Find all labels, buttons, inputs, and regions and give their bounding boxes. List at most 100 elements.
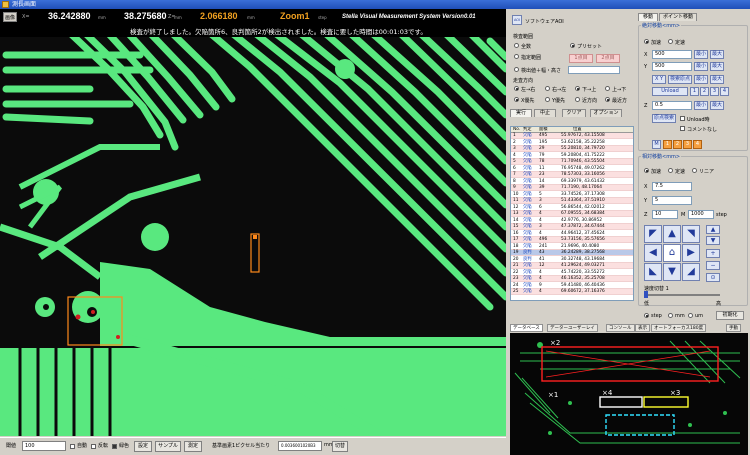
table-row[interactable]: 19 良判 43 36.24289, 38.27568 <box>511 250 633 257</box>
switch-button[interactable]: 切替 <box>332 441 348 452</box>
dir-7-radio[interactable] <box>575 97 580 102</box>
zoom-in-button[interactable]: + <box>706 249 720 258</box>
dir-1-radio[interactable] <box>514 86 519 91</box>
pos-2-button[interactable]: 2 <box>700 87 709 96</box>
opt-all-radio[interactable] <box>514 43 519 48</box>
table-row[interactable]: 3 欠陥 29 55.20810, 34.79720 <box>511 146 633 153</box>
nw-arrow-button[interactable]: ◤ <box>644 225 662 243</box>
x-max-button[interactable]: 最大 <box>710 50 724 59</box>
speed-slider-track[interactable] <box>644 294 720 296</box>
table-row[interactable]: 14 欠陥 4 42.9776, 30.86952 <box>511 218 633 224</box>
memory-4-button[interactable]: 4 <box>693 140 702 149</box>
abs-y-input[interactable]: 500 <box>652 62 692 71</box>
rel-const-radio[interactable] <box>668 168 673 173</box>
rel-m-input[interactable]: 1000 <box>688 210 714 219</box>
unit-um-radio[interactable] <box>688 313 693 318</box>
tab-database[interactable]: データベース <box>510 324 543 332</box>
result-table[interactable]: No. 判定 面積 位置 1 欠陥 495 55.97672, 43.15508 2 欠陥… <box>510 126 634 301</box>
table-row[interactable]: 8 欠陥 14 69.33979, 43.61432 <box>511 179 633 185</box>
zoom-out-button[interactable]: − <box>706 261 720 270</box>
tab-data-overlay[interactable]: データーユーザーレイ <box>547 324 598 332</box>
accel-radio[interactable] <box>644 39 649 44</box>
table-row[interactable]: 17 欠陥 496 53.73156, 35.57656 <box>511 237 633 244</box>
rel-z-input[interactable]: 10 <box>652 210 678 219</box>
width-input[interactable] <box>568 66 620 74</box>
rel-linear-radio[interactable] <box>692 168 697 173</box>
measure-button[interactable]: 測定 <box>184 441 202 452</box>
right-arrow-button[interactable]: ▶ <box>682 244 700 262</box>
z-down-button[interactable]: ▼ <box>706 236 720 245</box>
set-button[interactable]: 設定 <box>134 441 152 452</box>
zoom-fit-button[interactable]: ⊙ <box>706 273 720 282</box>
image-button[interactable]: 画像 <box>3 12 17 22</box>
tab-clear[interactable]: クリア <box>562 109 586 117</box>
down-arrow-button[interactable]: ▼ <box>663 263 681 281</box>
z-max-button[interactable]: 最大 <box>710 101 724 110</box>
rel-y-input[interactable]: 5 <box>652 196 692 205</box>
comment-checkbox[interactable] <box>680 126 685 131</box>
table-row[interactable]: 7 欠陥 23 78.57303, 33.16056 <box>511 172 633 179</box>
init-button[interactable]: 初期化 <box>716 311 744 320</box>
se-arrow-button[interactable]: ◢ <box>682 263 700 281</box>
table-row[interactable]: 2 欠陥 195 53.62158, 35.22258 <box>511 140 633 146</box>
xy-move-button[interactable]: X Y <box>652 75 666 84</box>
pcb-image-viewer[interactable] <box>0 37 506 436</box>
dir-4-radio[interactable] <box>605 86 610 91</box>
sw-arrow-button[interactable]: ◣ <box>644 263 662 281</box>
pos-3-button[interactable]: 3 <box>710 87 719 96</box>
tab-exec[interactable]: 実行 <box>510 109 532 117</box>
table-row[interactable]: 12 欠陥 6 56.86544, 42.02012 <box>511 205 633 211</box>
tab-move[interactable]: 移動 <box>638 13 658 21</box>
green-checkbox[interactable] <box>112 444 117 449</box>
memory-2-button[interactable]: 2 <box>673 140 682 149</box>
dir-8-radio[interactable] <box>605 97 610 102</box>
table-row[interactable]: 25 欠陥 4 69.60672, 37.16376 <box>511 289 633 296</box>
abs-z-input[interactable]: 0.5 <box>652 101 692 110</box>
abs-x-input[interactable]: 500 <box>652 50 692 59</box>
table-row[interactable]: 15 欠陥 3 47.37872, 34.67444 <box>511 224 633 231</box>
table-row[interactable]: 22 欠陥 4 45.74220, 33.55272 <box>511 270 633 276</box>
table-row[interactable]: 10 欠陥 5 33.74526, 37.17308 <box>511 192 633 198</box>
memory-3-button[interactable]: 3 <box>683 140 692 149</box>
rel-accel-radio[interactable] <box>644 168 649 173</box>
dir-2-radio[interactable] <box>545 86 550 91</box>
const-radio[interactable] <box>668 39 673 44</box>
table-row[interactable]: 6 欠陥 11 76.95748, 49.07262 <box>511 166 633 172</box>
tab-point-move[interactable]: ポイント移動 <box>659 13 697 21</box>
dir-3-radio[interactable] <box>575 86 580 91</box>
tab-stop[interactable]: 中止 <box>534 109 556 117</box>
table-row[interactable]: 11 欠陥 3 51.43364, 37.51910 <box>511 198 633 205</box>
preset-a-button[interactable]: 1点目 <box>569 54 593 63</box>
xy-min-button[interactable]: 最小 <box>694 75 708 84</box>
unload-button[interactable]: Unload <box>652 87 688 96</box>
pixel-ratio-value[interactable]: 0.0036001020B3 <box>278 441 322 451</box>
table-row[interactable]: 24 欠陥 9 59.41480, 46.40436 <box>511 283 633 289</box>
pos-4-button[interactable]: 4 <box>720 87 729 96</box>
z-home-button[interactable]: 原点検索 <box>652 114 676 123</box>
home-search-button[interactable]: 検索原点 <box>668 75 692 84</box>
pos-1-button[interactable]: 1 <box>690 87 699 96</box>
left-arrow-button[interactable]: ◀ <box>644 244 662 262</box>
table-row[interactable]: 23 欠陥 4 46.16352, 35.25708 <box>511 276 633 283</box>
sample-button[interactable]: サンプル <box>155 441 181 452</box>
up-arrow-button[interactable]: ▲ <box>663 225 681 243</box>
opt-width-radio[interactable] <box>514 67 519 72</box>
memory-1-button[interactable]: 1 <box>663 140 672 149</box>
dir-5-radio[interactable] <box>514 97 519 102</box>
table-row[interactable]: 13 欠陥 4 67.09555, 34.68384 <box>511 211 633 218</box>
speed-slider-thumb[interactable] <box>644 291 648 298</box>
tab-view[interactable]: 表示 <box>635 324 650 332</box>
table-row[interactable]: 20 良判 41 30.32748, 43.19684 <box>511 257 633 263</box>
z-up-button[interactable]: ▲ <box>706 225 720 234</box>
unload-checkbox[interactable] <box>680 116 685 121</box>
table-row[interactable]: 18 欠陥 241 21.9696, 40.4080 <box>511 244 633 250</box>
tab-option[interactable]: オプション <box>590 109 622 117</box>
auto-checkbox[interactable] <box>70 444 75 449</box>
table-row[interactable]: 4 欠陥 79 59.20804, 41.75222 <box>511 153 633 159</box>
preset-b-button[interactable]: 2点目 <box>596 54 620 63</box>
table-row[interactable]: 21 欠陥 12 41.29624, 49.03271 <box>511 263 633 270</box>
tab-autofocus[interactable]: オートフォーカス180度 <box>651 324 707 332</box>
opt-specify-radio[interactable] <box>514 54 519 59</box>
table-row[interactable]: 1 欠陥 495 55.97672, 43.15508 <box>511 133 633 140</box>
memory-m-button[interactable]: M <box>652 140 661 149</box>
